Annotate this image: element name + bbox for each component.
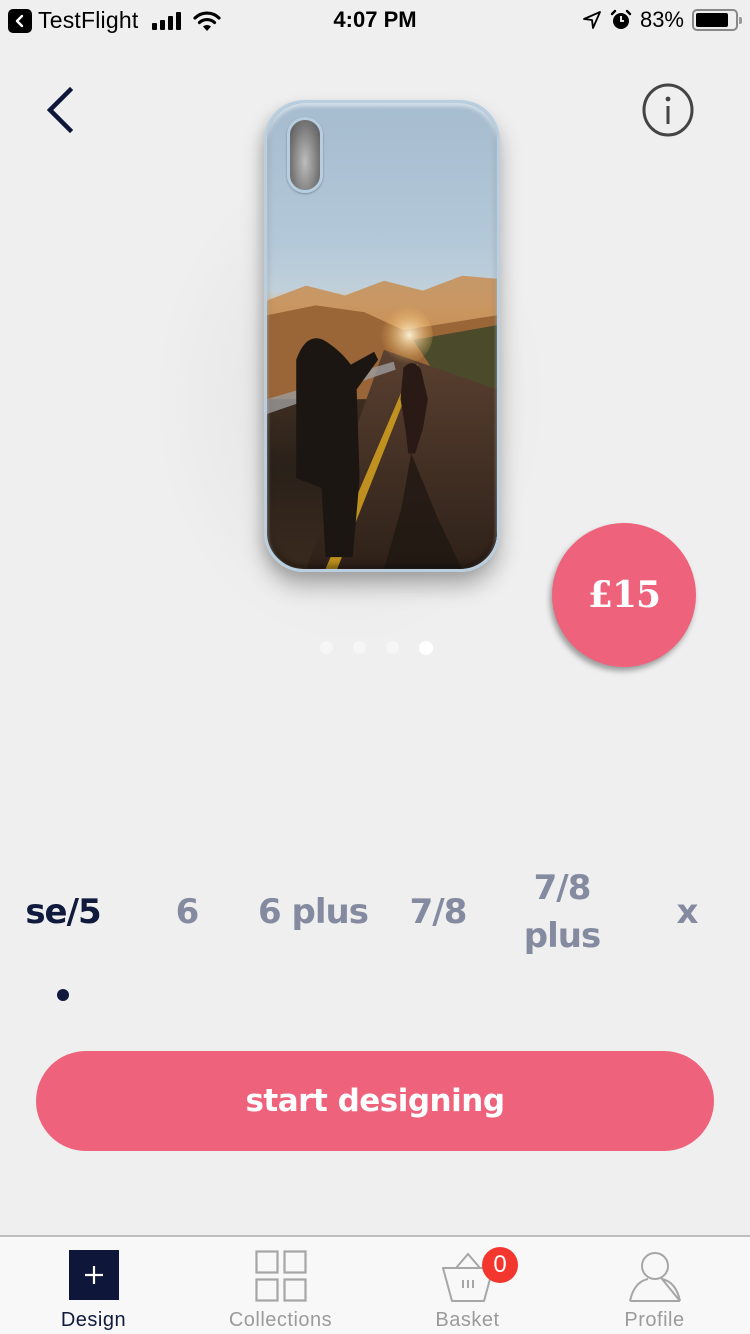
model-tab-x[interactable]: x [662, 888, 712, 936]
basket-count-badge: 0 [482, 1247, 518, 1283]
model-tab-7-8-plus[interactable]: 7/8 plus [510, 864, 614, 960]
tab-bar: Design Collections 0 Basket Profile [0, 1235, 750, 1334]
grid-icon [254, 1250, 307, 1302]
price-text: £15 [587, 574, 661, 616]
back-app-name[interactable]: TestFlight [38, 7, 138, 34]
model-tab-6[interactable]: 6 [160, 888, 214, 936]
price-badge: £15 [552, 523, 696, 667]
battery-icon [692, 9, 742, 31]
tab-profile-label: Profile [624, 1309, 685, 1331]
pager-dot[interactable] [320, 641, 333, 654]
battery-level [696, 13, 728, 27]
tab-design-label: Design [60, 1309, 127, 1331]
info-circle-icon [642, 83, 694, 137]
cellular-signal-icon [152, 11, 182, 30]
model-selector: se/5 6 6 plus 7/8 7/8 plus x [0, 868, 750, 958]
model-tab-7-8[interactable]: 7/8 [400, 888, 476, 936]
back-button[interactable] [40, 84, 84, 138]
info-button[interactable] [640, 82, 696, 138]
status-bar-right: 83% [582, 7, 742, 33]
chevron-left-icon [46, 86, 74, 134]
pager-dot[interactable] [353, 641, 366, 654]
tab-profile[interactable]: Profile [561, 1237, 748, 1334]
model-tab-indicator [57, 989, 69, 1001]
status-bar: TestFlight 4:07 PM 83% [0, 0, 750, 40]
wifi-icon [193, 10, 222, 31]
model-tab-6-plus[interactable]: 6 plus [250, 888, 376, 936]
battery-percent: 83% [639, 7, 684, 32]
phone-case-preview[interactable] [264, 100, 500, 572]
image-pager[interactable] [320, 641, 433, 655]
camera-cutout [287, 117, 323, 193]
tab-basket[interactable]: 0 Basket [374, 1237, 561, 1334]
back-to-app-icon[interactable] [8, 8, 32, 33]
pager-dot[interactable] [386, 641, 399, 654]
tab-basket-label: Basket [435, 1309, 500, 1331]
pager-dot[interactable] [419, 641, 433, 655]
tab-collections[interactable]: Collections [187, 1237, 374, 1334]
person-icon [628, 1252, 681, 1302]
alarm-icon [610, 9, 632, 29]
location-arrow-icon [583, 11, 601, 29]
tab-design[interactable]: Design [0, 1237, 187, 1334]
status-bar-left: TestFlight [8, 7, 222, 34]
tab-collections-label: Collections [228, 1309, 333, 1331]
plus-square-icon [68, 1250, 119, 1300]
start-designing-button[interactable]: start designing [36, 1051, 714, 1151]
model-tab-se-5[interactable]: se/5 [10, 888, 116, 936]
